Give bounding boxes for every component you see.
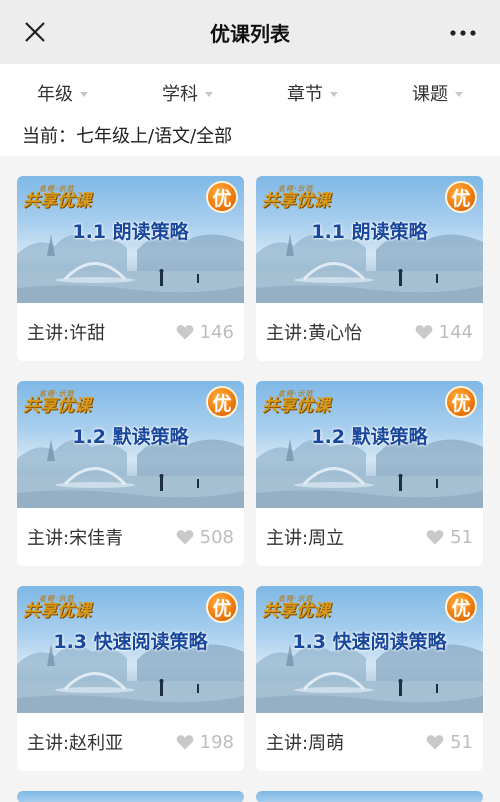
like-count-value: 146 — [199, 321, 234, 343]
course-speaker: 主讲:黄心怡 — [266, 323, 363, 344]
close-icon[interactable] — [24, 21, 46, 43]
brand-logo: 名师·示范 共享优课 — [23, 389, 91, 416]
course-thumbnail: 名师·示范 共享优课 优 1.3 快速阅读策略 — [17, 586, 244, 713]
heart-icon — [176, 325, 194, 340]
filter-label: 学科 — [162, 84, 198, 105]
featured-badge: 优 — [206, 386, 238, 418]
filter-chapter[interactable]: 章节 — [250, 80, 375, 106]
brand-logo: 名师·示范 共享优课 — [262, 389, 330, 416]
course-meta: 主讲:许甜 146 — [17, 303, 244, 361]
course-thumbnail: 名师·示范 共享优课 优 1.2 默读策略 — [256, 381, 483, 508]
course-card[interactable]: 名师·示范 共享优课 优 1.2 默读策略 主讲:宋佳青 508 — [17, 381, 244, 566]
course-card[interactable]: 名师·示范 共享优课 优 1.1 朗读策略 主讲:许甜 146 — [17, 176, 244, 361]
featured-badge: 优 — [445, 591, 477, 623]
filter-bar: 年级 学科 章节 课题 — [0, 64, 500, 122]
more-options-icon[interactable] — [450, 30, 476, 36]
course-title: 1.2 默读策略 — [72, 426, 189, 448]
top-bar: 优课列表 — [0, 0, 500, 64]
like-count[interactable]: 51 — [426, 732, 473, 753]
brand-logo: 名师·示范 共享优课 — [23, 594, 91, 621]
like-count[interactable]: 198 — [176, 732, 234, 753]
filter-label: 章节 — [287, 84, 323, 105]
filter-label: 年级 — [37, 84, 73, 105]
like-count-value: 144 — [438, 321, 473, 343]
course-title: 1.3 快速阅读策略 — [53, 631, 208, 653]
course-meta: 主讲:周立 51 — [256, 508, 483, 566]
heart-icon — [426, 735, 444, 750]
featured-badge: 优 — [445, 386, 477, 418]
course-grid: 名师·示范 共享优课 优 1.1 朗读策略 主讲:许甜 146 名师·示范 共享… — [0, 156, 500, 802]
like-count-value: 51 — [450, 731, 473, 753]
course-title: 1.3 快速阅读策略 — [292, 631, 447, 653]
course-card[interactable]: 名师·示范 共享优课 优 1.3 快速阅读策略 主讲:周萌 51 — [256, 586, 483, 771]
like-count-value: 51 — [450, 526, 473, 548]
like-count[interactable]: 508 — [176, 527, 234, 548]
filter-topic[interactable]: 课题 — [375, 80, 500, 106]
brand-logo: 名师·示范 共享优课 — [262, 594, 330, 621]
course-card[interactable]: 名师·示范 共享优课 优 1.2 默读策略 主讲:周立 51 — [256, 381, 483, 566]
heart-icon — [176, 735, 194, 750]
course-title: 1.1 朗读策略 — [311, 221, 428, 243]
like-count[interactable]: 144 — [415, 322, 473, 343]
brand-logo: 名师·示范 共享优课 — [23, 184, 91, 211]
filter-label: 课题 — [412, 84, 448, 105]
featured-badge: 优 — [206, 181, 238, 213]
caret-down-icon — [80, 91, 88, 97]
current-selection: 当前：七年级上/语文/全部 — [0, 122, 500, 156]
caret-down-icon — [205, 91, 213, 97]
like-count[interactable]: 51 — [426, 527, 473, 548]
course-speaker: 主讲:赵利亚 — [27, 733, 124, 754]
featured-badge: 优 — [445, 181, 477, 213]
heart-icon — [176, 530, 194, 545]
like-count-value: 508 — [199, 526, 234, 548]
featured-badge: 优 — [206, 591, 238, 623]
current-selection-text: 当前：七年级上/语文/全部 — [22, 126, 233, 147]
course-meta: 主讲:宋佳青 508 — [17, 508, 244, 566]
course-card[interactable]: 名师·示范 共享优课 优 1.1 朗读策略 主讲:黄心怡 144 — [256, 176, 483, 361]
course-card-partial[interactable] — [17, 791, 244, 802]
course-title: 1.2 默读策略 — [311, 426, 428, 448]
course-speaker: 主讲:许甜 — [27, 323, 106, 344]
course-thumbnail: 名师·示范 共享优课 优 1.1 朗读策略 — [17, 176, 244, 303]
filter-grade[interactable]: 年级 — [0, 80, 125, 106]
course-meta: 主讲:赵利亚 198 — [17, 713, 244, 771]
caret-down-icon — [330, 91, 338, 97]
like-count[interactable]: 146 — [176, 322, 234, 343]
course-speaker: 主讲:周萌 — [266, 733, 345, 754]
course-meta: 主讲:黄心怡 144 — [256, 303, 483, 361]
course-thumbnail: 名师·示范 共享优课 优 1.3 快速阅读策略 — [256, 586, 483, 713]
course-speaker: 主讲:宋佳青 — [27, 528, 124, 549]
caret-down-icon — [455, 91, 463, 97]
page-title: 优课列表 — [210, 21, 290, 46]
filter-subject[interactable]: 学科 — [125, 80, 250, 106]
brand-logo: 名师·示范 共享优课 — [262, 184, 330, 211]
course-card-partial[interactable] — [256, 791, 483, 802]
like-count-value: 198 — [199, 731, 234, 753]
course-meta: 主讲:周萌 51 — [256, 713, 483, 771]
course-thumbnail: 名师·示范 共享优课 优 1.1 朗读策略 — [256, 176, 483, 303]
course-thumbnail: 名师·示范 共享优课 优 1.2 默读策略 — [17, 381, 244, 508]
course-title: 1.1 朗读策略 — [72, 221, 189, 243]
heart-icon — [426, 530, 444, 545]
heart-icon — [415, 325, 433, 340]
course-speaker: 主讲:周立 — [266, 528, 345, 549]
course-card[interactable]: 名师·示范 共享优课 优 1.3 快速阅读策略 主讲:赵利亚 198 — [17, 586, 244, 771]
